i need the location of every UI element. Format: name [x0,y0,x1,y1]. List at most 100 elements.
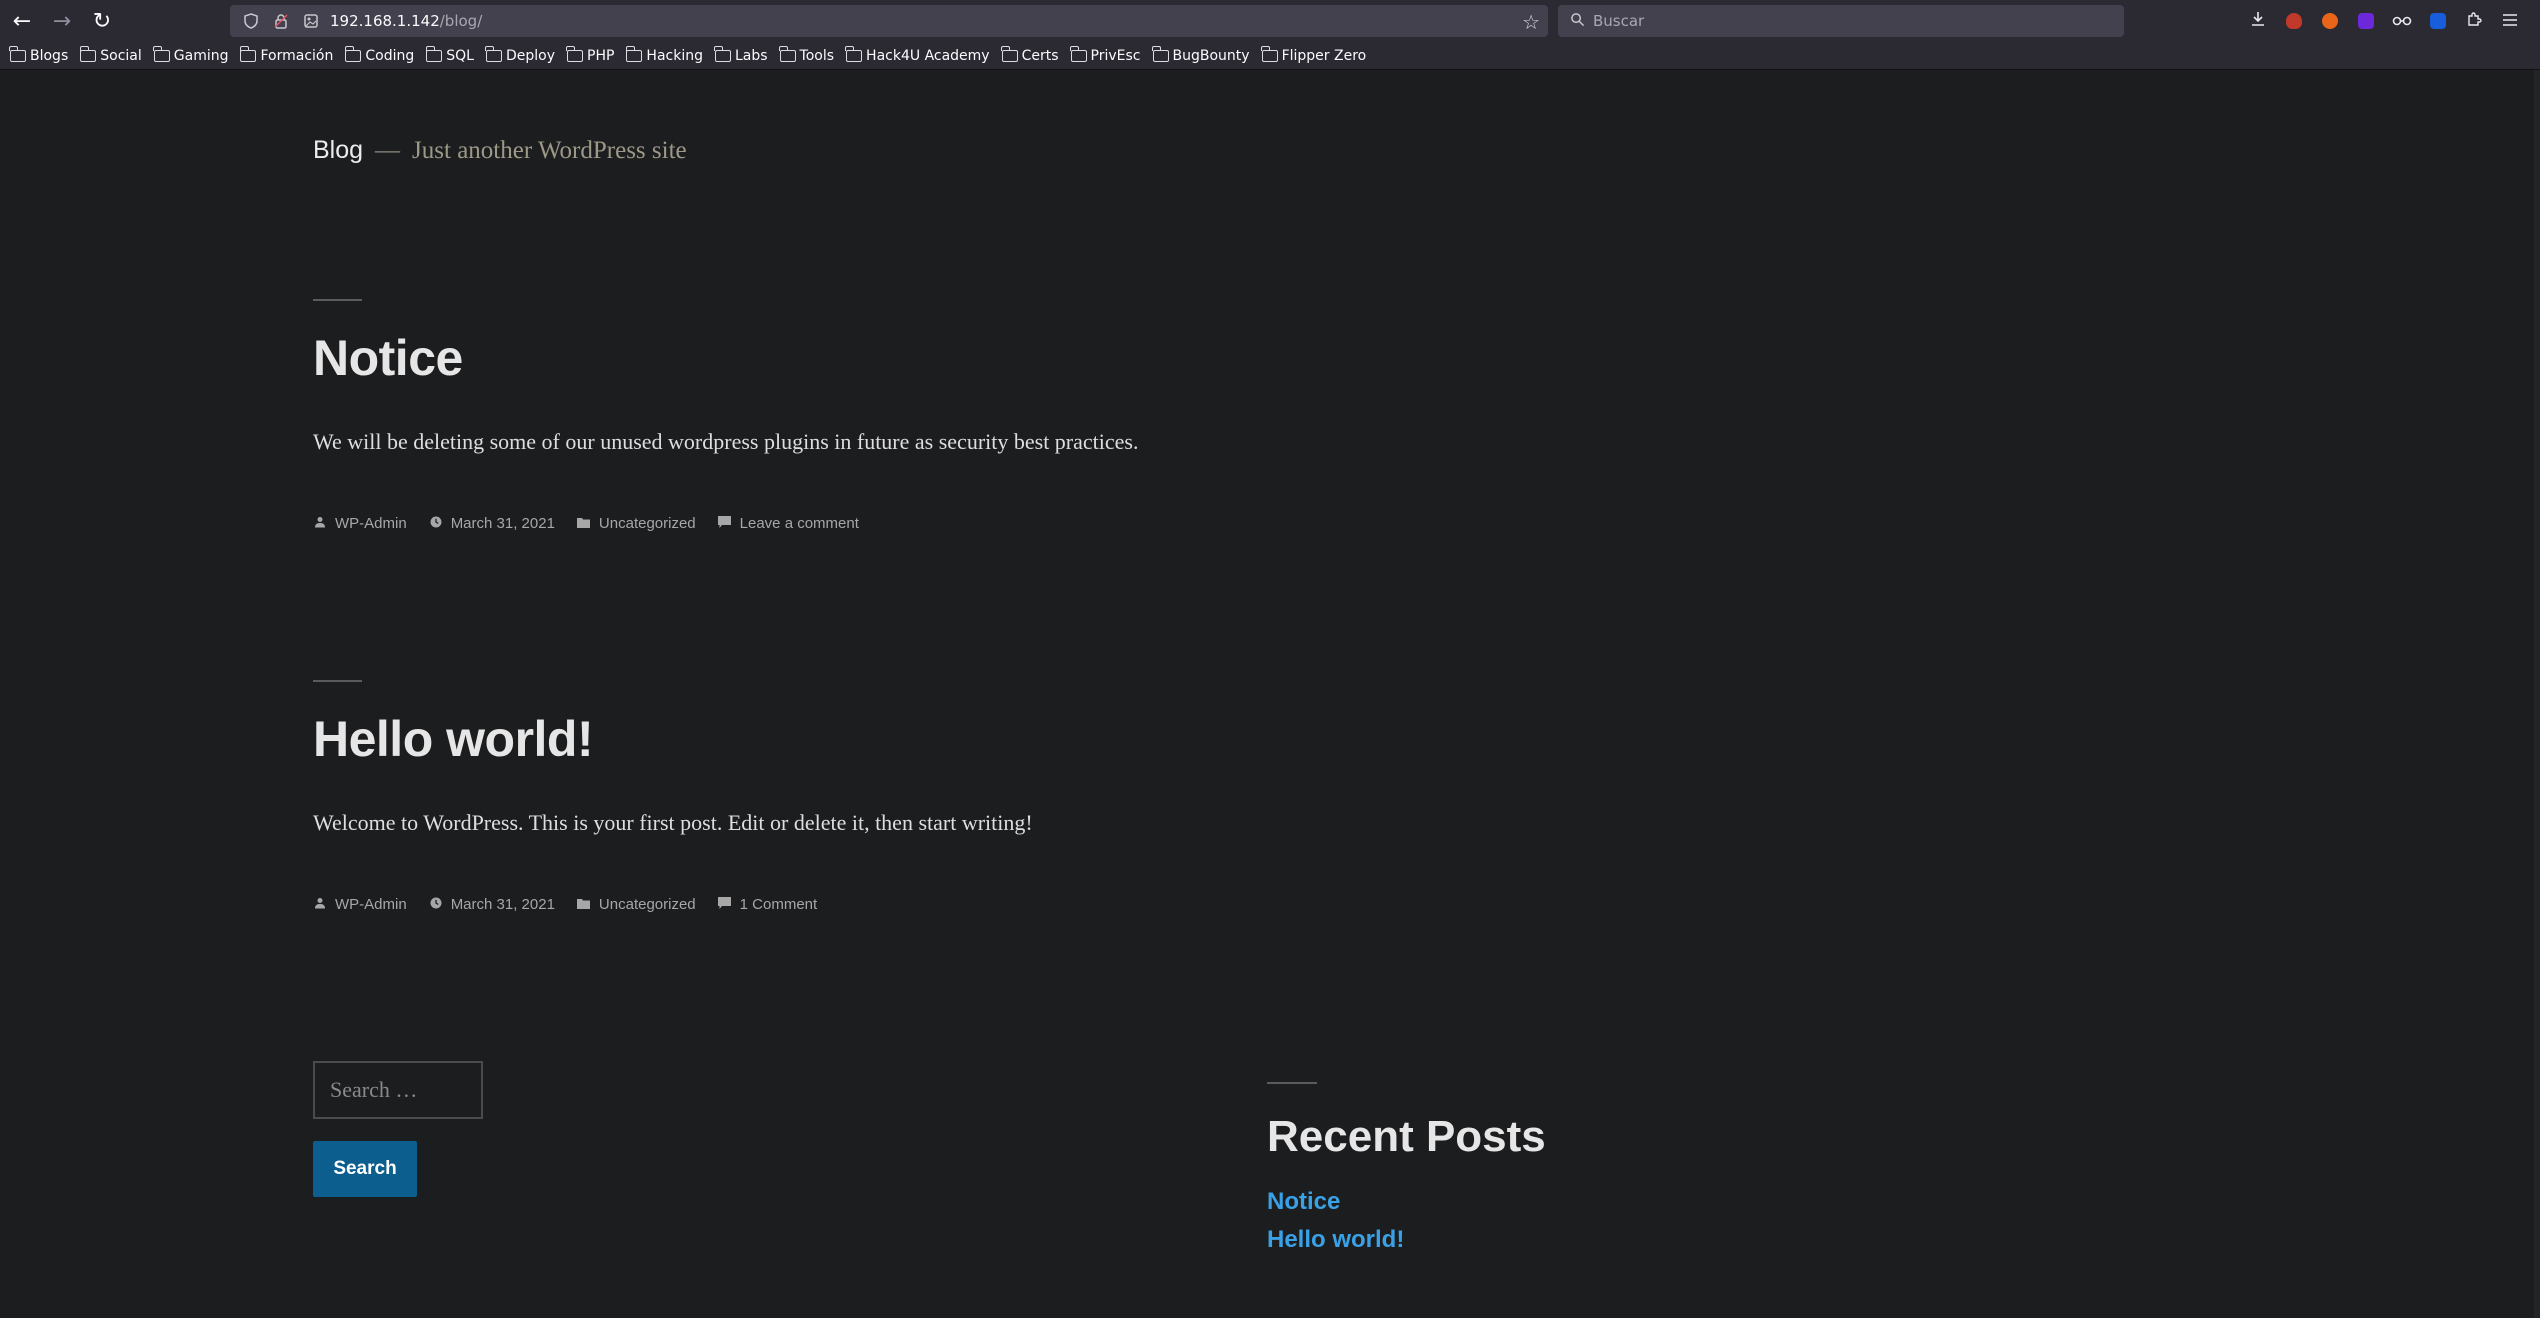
bookmark-folder[interactable]: Hacking [625,45,703,64]
page-info-icon[interactable] [300,10,322,32]
extensions-area [2240,0,2528,42]
puzzle-piece-icon [2466,11,2482,31]
post-comments-link[interactable]: 1 Comment [740,896,818,913]
glasses-extension-button[interactable] [2384,0,2420,42]
bookmark-label: Labs [734,47,768,64]
list-item: Hello world! [1267,1226,1546,1254]
site-title-link[interactable]: Blog [313,136,363,165]
folder-icon [714,45,731,62]
post-article: Hello world! Welcome to WordPress. This … [313,680,1713,913]
bookmark-folder[interactable]: Certs [1000,45,1059,64]
url-text[interactable]: 192.168.1.142/blog/ [330,12,482,30]
bookmark-label: PrivEsc [1090,47,1141,64]
bookmark-folder[interactable]: Formación [239,45,333,64]
bookmark-folder[interactable]: BugBounty [1151,45,1250,64]
search-bar[interactable]: Buscar [1558,5,2124,37]
bookmark-label: SQL [446,47,474,64]
bookmark-folder[interactable]: Flipper Zero [1260,45,1366,64]
folder-icon [344,45,362,62]
post-author: WP-Admin [313,896,407,913]
comment-icon [718,516,732,531]
post-comments: Leave a comment [718,515,859,532]
bookmark-label: Hack4U Academy [866,47,990,64]
folder-icon [153,45,170,62]
clock-icon [429,516,443,531]
forward-button[interactable]: → [42,0,82,42]
tracking-protection-shield-icon[interactable] [240,10,262,32]
bookmark-label: Blogs [30,47,69,64]
recent-posts-list: Notice Hello world! [1267,1188,1546,1254]
ublock-extension-button[interactable] [2276,0,2312,42]
bookmark-folder[interactable]: Blogs [9,45,69,64]
person-icon [313,897,327,912]
folder-icon [577,897,591,912]
post-category-link[interactable]: Uncategorized [599,896,696,913]
recent-post-link[interactable]: Notice [1267,1188,1340,1215]
bookmark-folder[interactable]: Labs [714,45,768,64]
bitwarden-extension-button[interactable] [2420,0,2456,42]
url-path: /blog/ [439,12,483,30]
folder-icon [79,45,97,62]
folder-icon [1000,45,1018,62]
wappalyzer-icon [2358,13,2374,29]
bookmark-folder[interactable]: Hack4U Academy [845,45,990,64]
folder-icon [778,45,796,62]
recent-post-link[interactable]: Hello world! [1267,1226,1404,1253]
app-menu-button[interactable] [2492,0,2528,42]
post-date-link[interactable]: March 31, 2021 [451,896,555,913]
list-item: Notice [1267,1188,1546,1216]
bookmark-star-icon[interactable]: ☆ [1522,10,1540,34]
post-date: March 31, 2021 [429,515,555,532]
web-page: Blog — Just another WordPress site Notic… [0,70,2540,1318]
post-author-link[interactable]: WP-Admin [335,515,407,532]
post-comments: 1 Comment [718,896,818,913]
bookmark-folder[interactable]: Deploy [485,45,555,64]
bookmark-folder[interactable]: Tools [778,45,834,64]
bookmarks-toolbar: Blogs Social Gaming Formación Coding SQL… [0,42,2540,70]
foxyproxy-extension-button[interactable] [2312,0,2348,42]
recent-posts-heading: Recent Posts [1267,1112,1546,1161]
back-arrow-icon: ← [12,8,32,34]
bookmark-folder[interactable]: Gaming [153,45,228,64]
page-scrollbar[interactable] [2534,70,2540,1318]
post-category-link[interactable]: Uncategorized [599,515,696,532]
post-divider [313,680,362,682]
folder-icon [577,516,591,531]
folder-icon [1069,45,1087,62]
clock-icon [429,897,443,912]
post-title-link[interactable]: Hello world! [313,710,1713,768]
bookmark-folder[interactable]: Social [79,45,142,64]
post-meta: WP-Admin March 31, 2021 Uncategorized 1 … [313,896,1713,913]
folder-icon [845,45,863,62]
post-divider [313,299,362,301]
post-author-link[interactable]: WP-Admin [335,896,407,913]
bookmark-label: BugBounty [1172,47,1250,64]
download-icon [2250,11,2266,31]
url-bar[interactable]: 192.168.1.142/blog/ ☆ [230,5,1548,37]
site-header: Blog — Just another WordPress site [313,136,687,165]
recent-posts-widget: Recent Posts Notice Hello world! [1267,1082,1546,1264]
wappalyzer-extension-button[interactable] [2348,0,2384,42]
post-title-link[interactable]: Notice [313,329,1713,387]
back-button[interactable]: ← [2,0,42,42]
extensions-button[interactable] [2456,0,2492,42]
bookmark-folder[interactable]: Coding [344,45,414,64]
insecure-lock-icon[interactable] [270,10,292,32]
search-input[interactable] [313,1061,483,1119]
post-date-link[interactable]: March 31, 2021 [451,515,555,532]
bookmark-folder[interactable]: PrivEsc [1069,45,1141,64]
bookmark-folder[interactable]: SQL [425,45,474,64]
glasses-icon [2392,12,2412,31]
bookmark-label: PHP [587,47,615,64]
person-icon [313,516,327,531]
bookmark-folder[interactable]: PHP [566,45,615,64]
folder-icon [566,45,583,62]
reload-button[interactable]: ↻ [82,0,122,42]
folder-icon [1151,45,1169,62]
folder-icon [1260,45,1278,62]
downloads-button[interactable] [2240,0,2276,42]
bookmark-label: Deploy [505,47,555,64]
search-button[interactable]: Search [313,1141,417,1197]
bookmark-label: Social [100,47,142,64]
post-comments-link[interactable]: Leave a comment [740,515,859,532]
